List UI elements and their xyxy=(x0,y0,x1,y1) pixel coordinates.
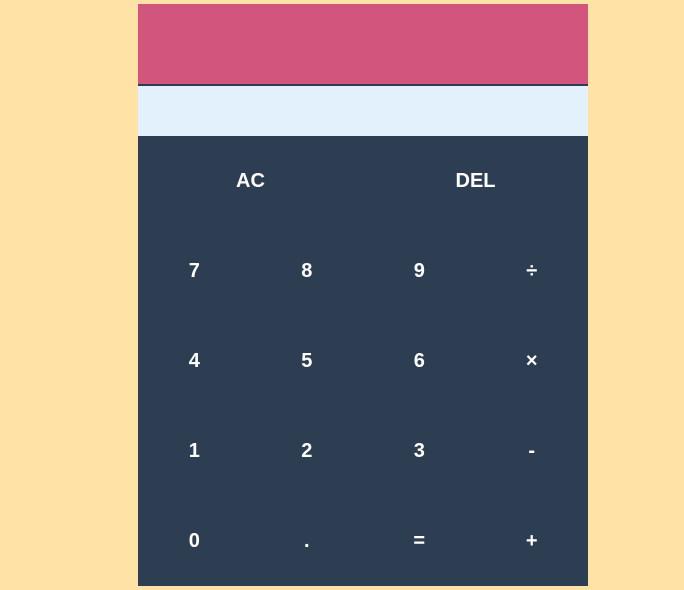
result-display xyxy=(138,4,588,84)
all-clear-button[interactable]: AC xyxy=(138,136,363,226)
digit-1-button[interactable]: 1 xyxy=(138,406,251,496)
digit-5-button[interactable]: 5 xyxy=(251,316,364,406)
subtract-button[interactable]: - xyxy=(476,406,589,496)
equals-button[interactable]: = xyxy=(363,496,476,586)
digit-2-button[interactable]: 2 xyxy=(251,406,364,496)
digit-4-button[interactable]: 4 xyxy=(138,316,251,406)
calculator: AC DEL 7 8 9 ÷ 4 5 6 × 1 2 3 - 0 . = + xyxy=(138,4,588,586)
decimal-button[interactable]: . xyxy=(251,496,364,586)
divide-button[interactable]: ÷ xyxy=(476,226,589,316)
digit-0-button[interactable]: 0 xyxy=(138,496,251,586)
digit-8-button[interactable]: 8 xyxy=(251,226,364,316)
digit-6-button[interactable]: 6 xyxy=(363,316,476,406)
digit-7-button[interactable]: 7 xyxy=(138,226,251,316)
digit-9-button[interactable]: 9 xyxy=(363,226,476,316)
delete-button[interactable]: DEL xyxy=(363,136,588,226)
keypad: AC DEL 7 8 9 ÷ 4 5 6 × 1 2 3 - 0 . = + xyxy=(138,136,588,586)
multiply-button[interactable]: × xyxy=(476,316,589,406)
digit-3-button[interactable]: 3 xyxy=(363,406,476,496)
add-button[interactable]: + xyxy=(476,496,589,586)
input-display xyxy=(138,86,588,136)
